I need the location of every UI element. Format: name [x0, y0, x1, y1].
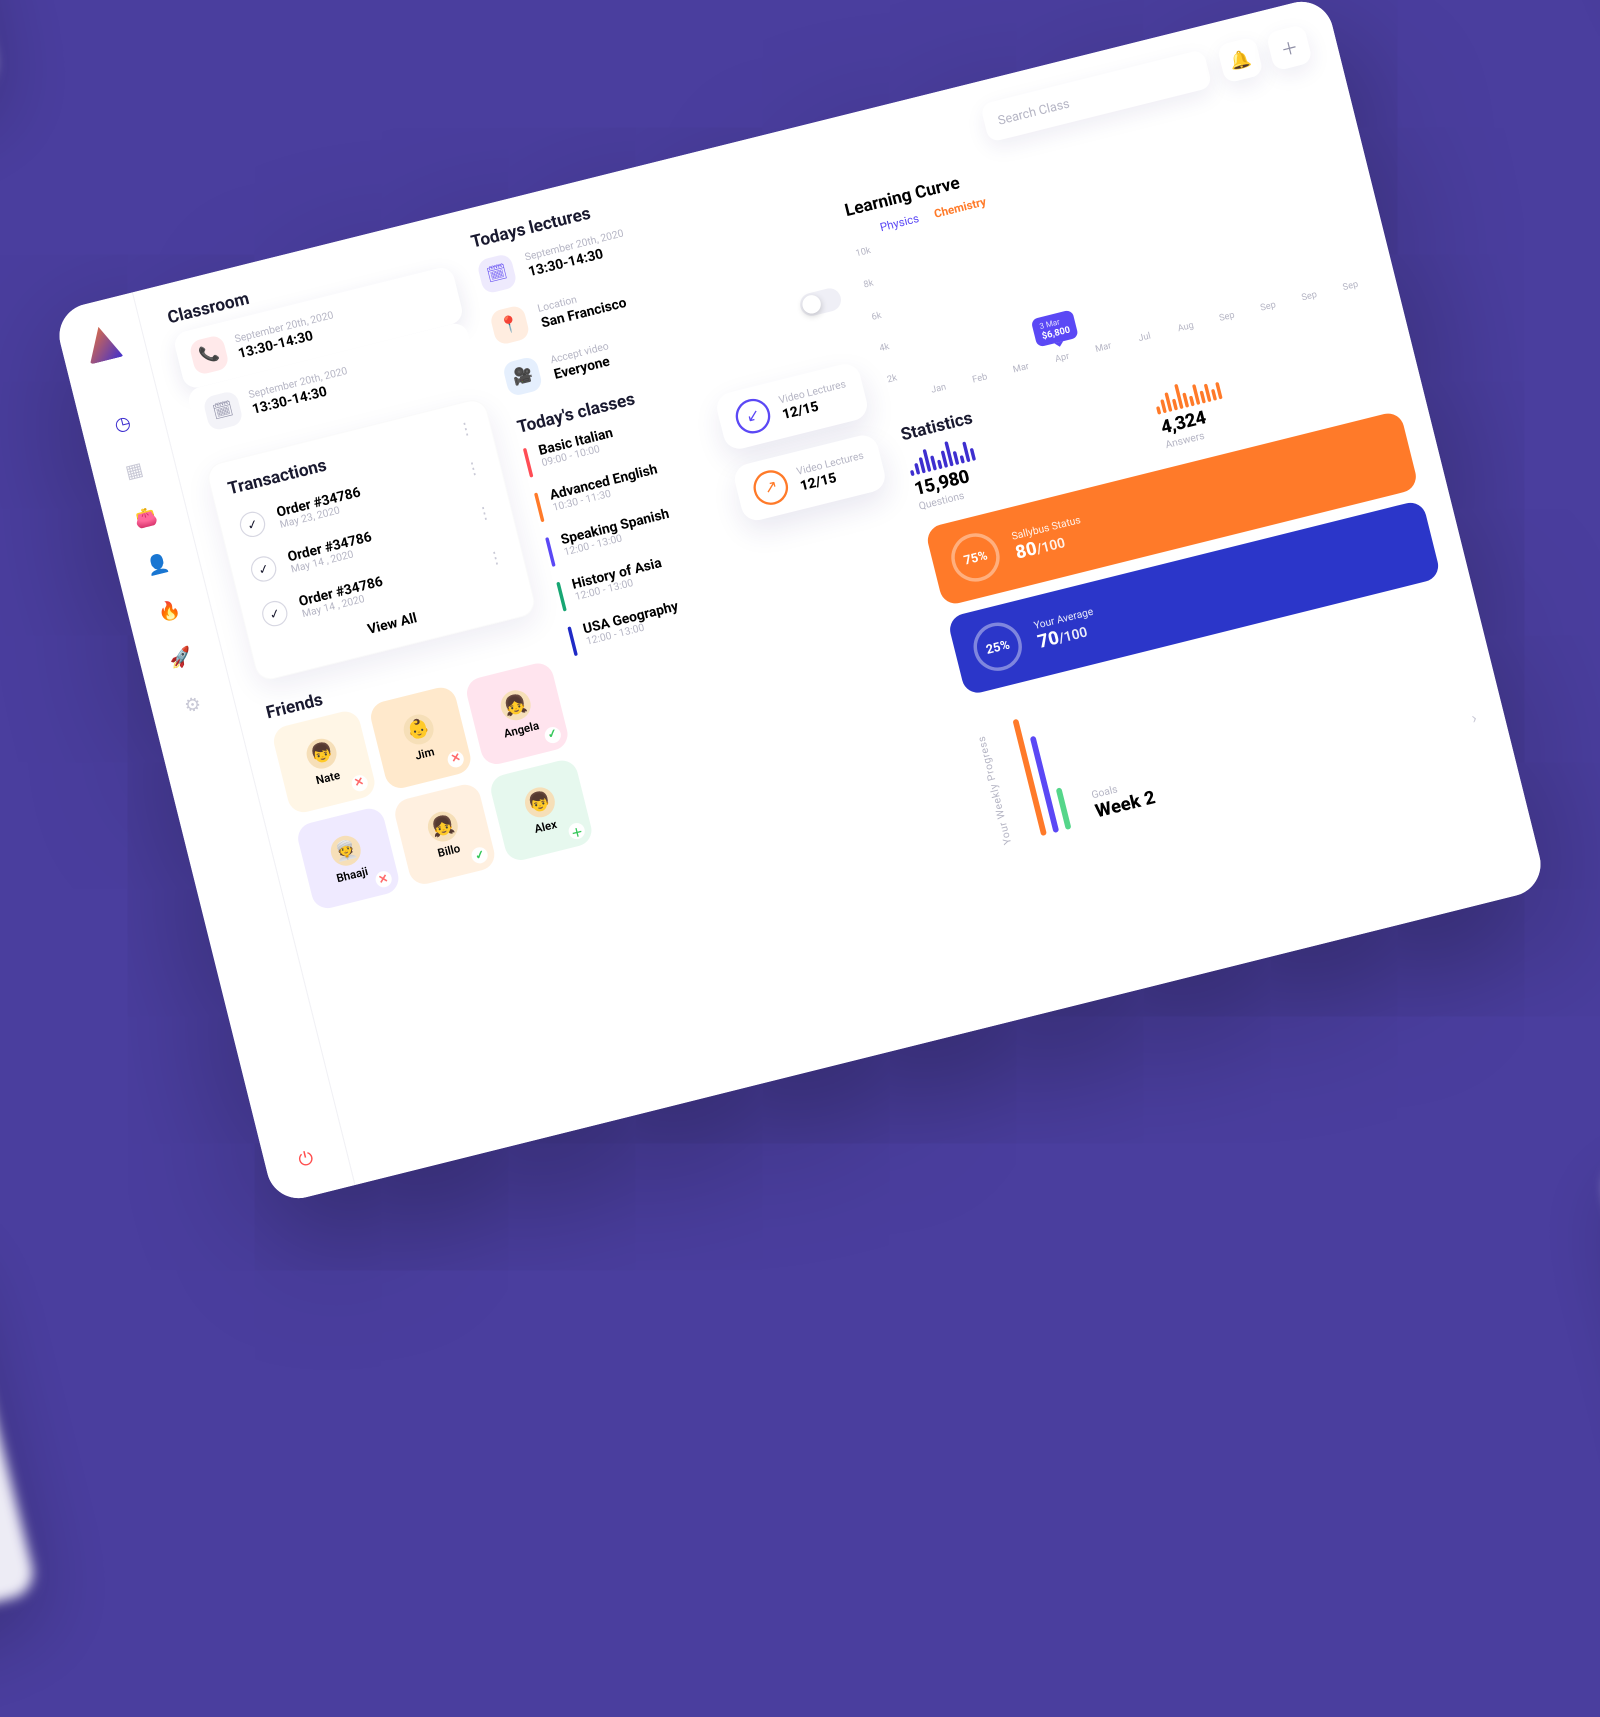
grid-icon[interactable]: ▦ — [120, 456, 148, 484]
check-icon: ✓ — [248, 554, 279, 585]
power-button[interactable]: ⏻ — [296, 1146, 316, 1172]
rocket-icon[interactable]: 🚀 — [167, 643, 195, 671]
goal-bar — [1056, 787, 1072, 830]
friend-card[interactable]: 👧 Angela ✓ — [464, 660, 571, 767]
flame-icon[interactable]: 🔥 — [155, 596, 183, 624]
check-icon: ✓ — [259, 598, 290, 629]
friend-status-icon: ✓ — [470, 846, 490, 866]
weekly-progress-label: Your Weekly Progress — [976, 735, 1014, 846]
friend-status-icon: ✕ — [350, 773, 370, 793]
friend-card[interactable]: 👦 Alex ＋ — [488, 757, 595, 864]
app-window: ◷▦👛👤🔥🚀⚙ ⏻ Classroom 📞 September 20th, 20… — [53, 0, 1548, 1205]
notification-button[interactable]: 🔔 — [1216, 36, 1263, 83]
gauge-icon[interactable]: ◷ — [108, 409, 136, 437]
friend-status-icon: ✕ — [374, 870, 394, 890]
video-toggle[interactable] — [798, 286, 844, 318]
friend-avatar: 👧 — [425, 808, 461, 844]
class-color-bar — [567, 626, 578, 656]
friend-avatar: 👧 — [497, 687, 533, 723]
friend-card[interactable]: 👶 Jim ✕ — [367, 684, 474, 791]
more-icon[interactable]: ⋮ — [475, 503, 495, 525]
chart-bar[interactable]: Feb — [960, 365, 998, 387]
percent-ring-icon: 75% — [946, 528, 1005, 587]
todays-classes-section: Today's classes Basic Italian 09:00 - 10… — [515, 334, 909, 656]
friend-avatar: 👶 — [400, 711, 436, 747]
progress-ring-icon: ↗ — [750, 467, 792, 509]
progress-ring-icon: ↙ — [732, 395, 774, 437]
friend-avatar: 👳 — [328, 832, 364, 868]
lecture-icon: 🗓 — [476, 253, 518, 295]
more-icon[interactable]: ⋮ — [486, 548, 506, 570]
chart-bar[interactable]: Mar — [1002, 355, 1040, 377]
chart-bar[interactable]: Jul — [1125, 324, 1163, 346]
chart-bar[interactable]: Aug — [1166, 314, 1204, 336]
friend-avatar: 👦 — [304, 735, 340, 771]
video-progress-chip[interactable]: ↗ Video Lectures12/15 — [732, 432, 888, 523]
friend-avatar: 👦 — [521, 784, 557, 820]
chart-tooltip: 3 Mar$6,800 — [1031, 309, 1079, 347]
chart-bar[interactable]: Sep — [1208, 304, 1246, 326]
friend-status-icon: ✓ — [543, 725, 563, 745]
class-icon: 📞 — [188, 334, 230, 376]
wallet-icon[interactable]: 👛 — [132, 503, 160, 531]
chart-bar[interactable]: 3 Mar$6,800Apr — [1043, 345, 1081, 367]
check-icon: ✓ — [237, 509, 268, 540]
chart-bar[interactable]: Sep — [1249, 293, 1287, 315]
chart-bar[interactable]: Sep — [1290, 283, 1328, 305]
friends-section: Friends 👦 Nate ✕👶 Jim ✕👧 Angela ✓👳 Bhaaj… — [264, 633, 595, 912]
class-color-bar — [556, 582, 567, 612]
user-icon[interactable]: 👤 — [143, 550, 171, 578]
class-color-bar — [545, 537, 556, 567]
more-icon[interactable]: ⋮ — [463, 458, 483, 480]
friend-card[interactable]: 👳 Bhaaji ✕ — [295, 805, 402, 912]
transactions-card: Transactions ⋮ ✓ Order #34786 May 23, 20… — [205, 397, 538, 683]
class-color-bar — [534, 492, 545, 522]
add-button[interactable]: ＋ — [1266, 24, 1313, 71]
class-icon: 🗓 — [202, 390, 244, 432]
friend-card[interactable]: 👧 Billo ✓ — [391, 781, 498, 888]
lecture-icon: 📍 — [489, 304, 531, 346]
percent-ring-icon: 25% — [968, 617, 1027, 676]
class-color-bar — [523, 448, 534, 478]
friend-status-icon: ✕ — [446, 749, 466, 769]
more-icon[interactable]: ⋮ — [456, 419, 476, 441]
friend-card[interactable]: 👦 Nate ✕ — [271, 708, 378, 815]
lecture-icon: 🎥 — [502, 356, 544, 398]
gear-icon[interactable]: ⚙ — [179, 690, 207, 718]
chevron-right-icon[interactable]: › — [1470, 709, 1479, 728]
chart-bar[interactable]: Mar — [1084, 335, 1122, 357]
logo-icon — [82, 323, 124, 365]
chart-bar[interactable]: Sep — [1331, 273, 1369, 295]
legend-physics[interactable]: Physics — [879, 213, 921, 235]
chart-bar[interactable]: Jan — [919, 376, 957, 398]
friend-status-icon: ＋ — [567, 822, 587, 842]
